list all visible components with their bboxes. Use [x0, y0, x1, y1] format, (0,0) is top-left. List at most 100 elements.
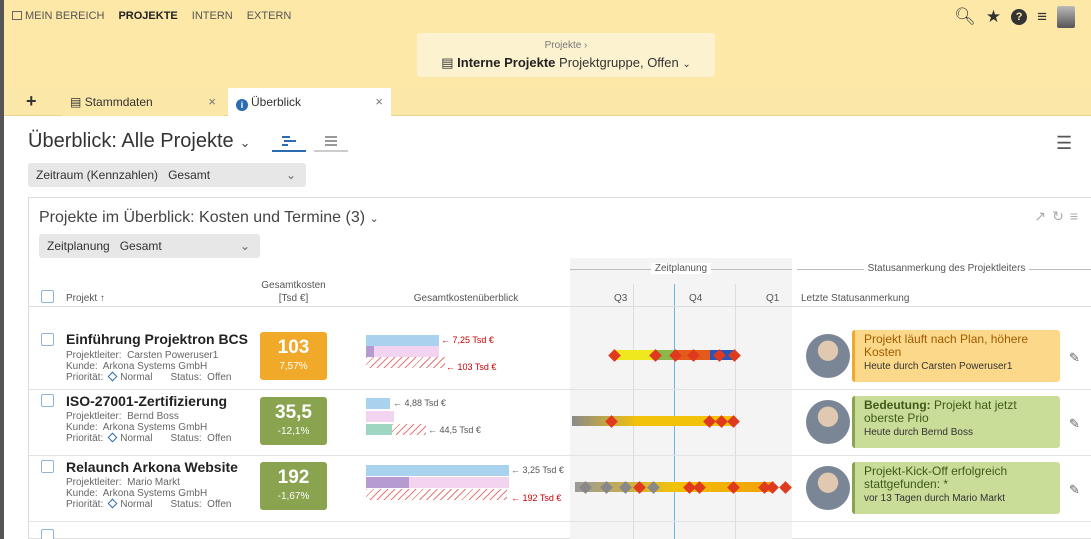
- panel-title[interactable]: Projekte im Überblick: Kosten und Termin…: [39, 209, 379, 227]
- edit-pencil-icon[interactable]: ✎: [1069, 350, 1080, 366]
- chevron-down-icon: ⌄: [239, 239, 250, 253]
- row-checkbox[interactable]: [41, 333, 54, 346]
- nav-mein-bereich[interactable]: MEIN BEREICH: [12, 10, 104, 22]
- menu-icon[interactable]: ≡: [1037, 7, 1047, 27]
- row-checkbox[interactable]: [41, 529, 54, 539]
- search-icon[interactable]: 🔍︎: [954, 7, 976, 27]
- priority-icon: [107, 371, 118, 382]
- kpi-value: 35,5: [275, 402, 312, 423]
- header-divider: [29, 306, 1091, 307]
- close-icon[interactable]: ×: [375, 94, 383, 109]
- cost-label-text: 192 Tsd €: [522, 493, 562, 503]
- cost-bar-remaining: [409, 477, 509, 488]
- edit-pencil-icon[interactable]: ✎: [1069, 416, 1080, 432]
- breadcrumb-current[interactable]: ▤ Interne Projekte Projektgruppe, Offen …: [417, 55, 715, 71]
- status-note[interactable]: Projekt-Kick-Off erfolgreich stattgefund…: [852, 462, 1060, 514]
- export-icon[interactable]: ↗: [1034, 208, 1052, 224]
- breadcrumb[interactable]: Projekte › ▤ Interne Projekte Projektgru…: [417, 33, 715, 77]
- status-note[interactable]: Projekt läuft nach Plan, höhere Kosten H…: [852, 330, 1060, 382]
- cost-bar-actual: [366, 424, 392, 435]
- project-status: Offen: [207, 499, 232, 510]
- close-icon[interactable]: ×: [208, 94, 216, 109]
- project-leader: Carsten Poweruser1: [127, 350, 219, 361]
- cost-label-text: 103 Tsd €: [457, 362, 497, 372]
- zeitplanung-filter[interactable]: Zeitplanung Gesamt ⌄: [39, 234, 260, 258]
- gantt-view-button[interactable]: [272, 132, 306, 152]
- nav-label: MEIN BEREICH: [25, 10, 105, 22]
- project-meta: Projektleiter: Bernd Boss Kunde: Arkona …: [66, 411, 231, 444]
- filter-label: Zeitplanung: [47, 239, 110, 253]
- zeitplanung-group-header: Zeitplanung: [570, 263, 792, 281]
- header-line: [Tsd €]: [278, 293, 309, 304]
- star-icon[interactable]: ★: [986, 7, 1001, 27]
- filter-value: Gesamt: [119, 239, 162, 253]
- cost-label-b: ← 103 Tsd €: [446, 362, 497, 372]
- chevron-down-icon: ⌄: [682, 59, 691, 70]
- kpi-cost-badge: 103 7,57%: [260, 332, 327, 380]
- kpi-cost-badge: 192 -1,67%: [260, 462, 327, 510]
- cost-bar-actual: [366, 477, 409, 488]
- table-row[interactable]: ISO-27001-Zertifizierung Projektleiter: …: [29, 390, 1091, 456]
- project-meta: Projektleiter: Carsten Poweruser1 Kunde:…: [66, 350, 231, 383]
- cost-bar-forecast: [366, 489, 507, 500]
- help-icon[interactable]: ?: [1011, 9, 1028, 25]
- kpi-value: 192: [277, 467, 310, 488]
- zeitraum-filter[interactable]: Zeitraum (Kennzahlen) Gesamt ⌄: [28, 163, 306, 187]
- priority-icon: [107, 432, 118, 443]
- status-prefix: Bedeutung:: [864, 398, 931, 412]
- cost-label-a: ← 3,25 Tsd €: [511, 465, 564, 475]
- select-all-checkbox[interactable]: [41, 290, 54, 303]
- row-checkbox[interactable]: [41, 460, 54, 473]
- column-header-projekt[interactable]: Projekt ↑: [66, 293, 105, 304]
- dashboard-icon: [12, 11, 22, 20]
- table-row[interactable]: Einführung Projektron BCS Projektleiter:…: [29, 324, 1091, 390]
- cost-bar-forecast: [366, 357, 445, 368]
- refresh-icon[interactable]: ↻: [1052, 208, 1070, 224]
- panel-title-text: Projekte im Überblick: Kosten und Termin…: [39, 209, 366, 226]
- table-view-icon: [325, 136, 337, 146]
- user-avatar[interactable]: [1057, 6, 1075, 28]
- info-icon: i: [236, 99, 248, 111]
- chevron-down-icon: ⌄: [285, 168, 296, 182]
- page-title-text: Überblick: Alle Projekte: [28, 130, 234, 152]
- tab-bar: + ▤ Stammdaten × i Überblick ×: [4, 88, 1091, 116]
- add-tab-button[interactable]: +: [26, 91, 37, 112]
- filter-settings-icon[interactable]: ≡: [1070, 208, 1084, 224]
- status-author: vor 13 Tagen durch Mario Markt: [864, 493, 1005, 504]
- cost-label-text: 4,88 Tsd €: [404, 398, 446, 408]
- table-view-button[interactable]: [314, 132, 348, 152]
- project-name[interactable]: Einführung Projektron BCS: [66, 331, 248, 347]
- status-note[interactable]: Bedeutung: Projekt hat jetzt oberste Pri…: [852, 396, 1060, 448]
- meta-label: Priorität:: [66, 433, 104, 444]
- settings-sliders-icon[interactable]: ☰: [1056, 133, 1072, 154]
- nav-intern[interactable]: INTERN: [192, 10, 233, 22]
- filter-label: Zeitraum (Kennzahlen): [36, 168, 159, 182]
- project-leader: Mario Markt: [127, 477, 180, 488]
- project-name[interactable]: Relaunch Arkona Website: [66, 459, 238, 475]
- column-header-overview[interactable]: Gesamtkostenüberblick: [366, 293, 566, 304]
- page-title[interactable]: Überblick: Alle Projekte ⌄: [28, 130, 251, 153]
- cost-label-text: 3,25 Tsd €: [522, 465, 564, 475]
- tab-label: Überblick: [251, 95, 302, 109]
- top-icons: 🔍︎ ★ ? ≡: [954, 6, 1075, 28]
- row-checkbox[interactable]: [41, 394, 54, 407]
- table-row[interactable]: Relaunch Arkona Website Projektleiter: M…: [29, 456, 1091, 522]
- milestone-marker[interactable]: [779, 481, 792, 494]
- cost-label-b: ← 44,5 Tsd €: [428, 425, 481, 435]
- column-header-letzte-status[interactable]: Letzte Statusanmerkung: [801, 293, 909, 304]
- breadcrumb-subtitle: Projektgruppe, Offen: [559, 55, 679, 70]
- column-header-gesamtkosten[interactable]: Gesamtkosten [Tsd €]: [260, 279, 327, 305]
- project-name[interactable]: ISO-27001-Zertifizierung: [66, 393, 227, 409]
- tab-stammdaten[interactable]: ▤ Stammdaten ×: [62, 88, 224, 116]
- breadcrumb-title: Interne Projekte: [457, 55, 556, 70]
- group-header-label: Statusanmerkung des Projektleiters: [863, 263, 1030, 274]
- breadcrumb-parent[interactable]: Projekte ›: [417, 40, 715, 51]
- kpi-cost-badge: 35,5 -12,1%: [260, 397, 327, 445]
- cost-label-text: 44,5 Tsd €: [439, 425, 481, 435]
- meta-label: Status:: [170, 372, 202, 383]
- project-priority: Normal: [120, 372, 153, 383]
- nav-projekte[interactable]: PROJEKTE: [118, 10, 177, 22]
- nav-extern[interactable]: EXTERN: [247, 10, 292, 22]
- tab-ueberblick[interactable]: i Überblick ×: [228, 88, 391, 116]
- edit-pencil-icon[interactable]: ✎: [1069, 482, 1080, 498]
